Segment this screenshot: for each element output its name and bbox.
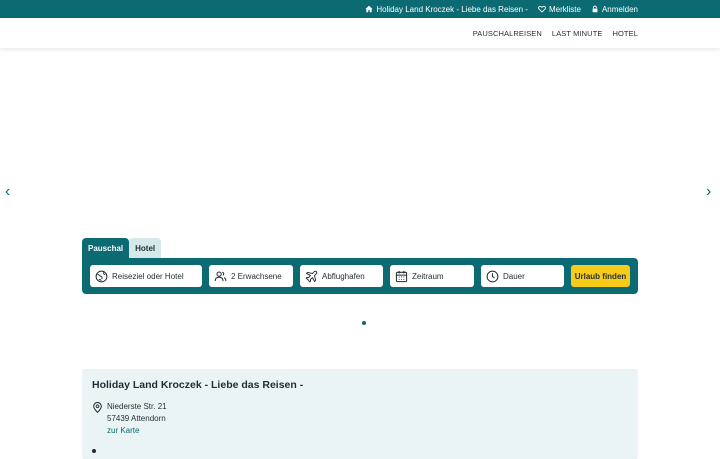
destination-field[interactable]: Reiseziel oder Hotel xyxy=(90,265,202,287)
map-link[interactable]: zur Karte xyxy=(107,426,139,435)
home-link-label: Holiday Land Kroczek - Liebe das Reisen … xyxy=(376,4,528,14)
address-street: Niederste Str. 21 xyxy=(107,402,167,411)
login-label: Anmelden xyxy=(601,4,638,14)
main-nav: PAUSCHALREISEN LAST MINUTE HOTEL xyxy=(0,18,720,48)
agency-info-box: Holiday Land Kroczek - Liebe das Reisen … xyxy=(82,369,638,459)
carousel-next-button[interactable]: › xyxy=(706,184,711,200)
period-field[interactable]: Zeitraum xyxy=(390,265,474,287)
carousel-prev-button[interactable]: ‹ xyxy=(5,184,10,200)
globe-icon xyxy=(95,270,108,282)
travellers-field[interactable]: 2 Erwachsene xyxy=(209,265,293,287)
calendar-icon xyxy=(395,270,408,282)
top-bar: Holiday Land Kroczek - Liebe das Reisen … xyxy=(0,0,720,18)
clock-icon xyxy=(486,270,499,282)
nav-item-pauschalreisen[interactable]: PAUSCHALREISEN xyxy=(473,29,542,38)
carousel-indicator-dot[interactable] xyxy=(362,321,366,325)
login-link[interactable]: Anmelden xyxy=(591,5,638,14)
heart-icon xyxy=(538,5,546,13)
wishlist-link[interactable]: Merkliste xyxy=(538,5,581,14)
tab-pauschal[interactable]: Pauschal xyxy=(82,238,130,258)
airport-field[interactable]: Abflughafen xyxy=(300,265,383,287)
duration-placeholder: Dauer xyxy=(503,271,525,281)
plane-icon xyxy=(305,270,318,282)
airport-placeholder: Abflughafen xyxy=(322,271,365,281)
search-tabs: Pauschal Hotel xyxy=(82,238,162,258)
travellers-value: 2 Erwachsene xyxy=(231,271,282,281)
nav-item-hotel[interactable]: HOTEL xyxy=(612,29,638,38)
location-pin-icon xyxy=(93,402,102,413)
nav-item-last-minute[interactable]: LAST MINUTE xyxy=(552,29,603,38)
agency-name: Holiday Land Kroczek - Liebe das Reisen … xyxy=(92,379,304,391)
duration-field[interactable]: Dauer xyxy=(481,265,564,287)
home-icon xyxy=(365,5,373,13)
address-city: 57439 Attendorn xyxy=(107,414,166,423)
find-holiday-button[interactable]: Urlaub finden xyxy=(571,265,630,287)
home-link[interactable]: Holiday Land Kroczek - Liebe das Reisen … xyxy=(365,5,528,14)
wishlist-label: Merkliste xyxy=(548,4,581,14)
search-bar: Reiseziel oder Hotel 2 Erwachsene Abflug… xyxy=(82,258,638,294)
tab-hotel[interactable]: Hotel xyxy=(129,238,162,258)
lock-icon xyxy=(592,5,598,13)
destination-placeholder: Reiseziel oder Hotel xyxy=(112,271,184,281)
people-icon xyxy=(214,271,227,281)
period-placeholder: Zeitraum xyxy=(412,271,444,281)
